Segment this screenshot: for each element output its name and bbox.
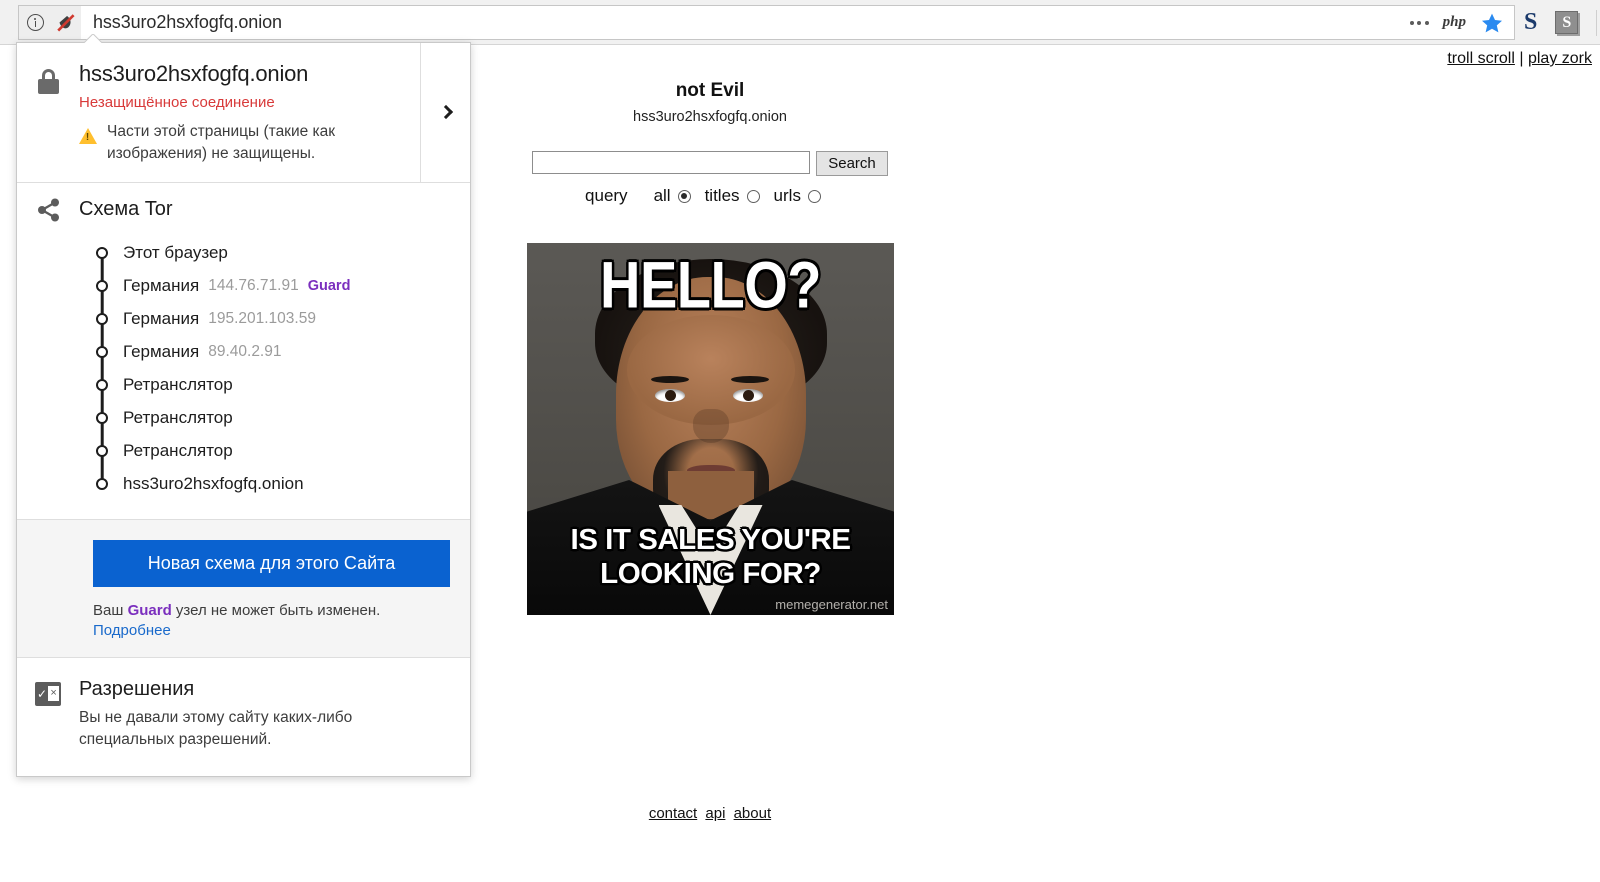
footer-link-about[interactable]: about [734,805,772,822]
search-input[interactable] [532,151,811,174]
identity-texts: hss3uro2hsxfogfq.onion Незащищённое соед… [79,61,470,166]
new-circuit-button[interactable]: Новая схема для этого Сайта [93,539,450,587]
permissions-title: Разрешения [79,677,195,700]
connection-status-label: Незащищённое соединение [79,94,275,111]
panel-pointer-arrow [84,34,102,43]
scope-option-titles-label: titles [704,186,740,205]
tor-circuit-title: Схема Tor [79,198,173,221]
guard-note-bold: Guard [127,601,172,619]
s-letter-icon[interactable]: S [1524,9,1537,36]
circuit-node-label: Ретранслятор [123,441,233,461]
permissions-icon: ✓ × [17,678,79,706]
circuit-node-dot [96,379,108,392]
circuit-node-dot [96,346,108,359]
meme-top-text: HELLO? [600,247,821,322]
site-identity-button[interactable] [19,6,51,39]
circuit-node: Ретранслятор [17,402,470,452]
tor-circuit-icon [17,197,79,223]
circuit-node-dot [96,445,108,458]
meme-brow-right [731,376,769,383]
circuit-node: Германия 89.40.2.91 [17,336,470,386]
circuit-node-dot [96,412,108,425]
new-circuit-section: Новая схема для этого Сайта Ваш Guard уз… [17,519,470,658]
circuit-node-label: Германия [123,276,200,296]
bookmark-star-icon[interactable] [1480,11,1504,35]
circuit-node-label: Германия [123,309,200,329]
troll-scroll-link[interactable]: troll scroll [1447,50,1515,67]
guard-note-prefix: Ваш [93,601,128,619]
mixed-content-row: Части этой страницы (такие как изображен… [79,121,460,166]
extension-toolbar: S S [1524,5,1600,40]
scope-radio-titles[interactable] [746,189,760,203]
s-box-icon[interactable]: S [1555,11,1579,34]
php-badge-icon[interactable]: php [1443,14,1466,31]
guard-note-suffix: узел не может быть изменен. [171,601,381,619]
guard-note: Ваш Guard узел не может быть изменен. [93,602,470,619]
circuit-node: Этот браузер [17,237,470,287]
browser-toolbar: hss3uro2hsxfogfq.onion php S S [0,0,1600,45]
top-nav-links: troll scroll | play zork [1447,50,1592,68]
shield-slash-icon[interactable] [51,6,81,39]
meme-eye-right [733,389,763,402]
footer-link-api[interactable]: api [705,805,725,822]
circuit-node-ip: 195.201.103.59 [208,310,316,328]
meme-nose [692,409,729,443]
search-button[interactable]: Search [816,151,888,176]
permissions-description: Вы не давали этому сайту каких-либо спец… [79,708,353,749]
toolbar-divider [1596,9,1598,36]
meme-bottom-text: IS IT SALES YOU'RE LOOKING FOR? [570,523,851,590]
circuit-node: Ретранслятор [17,435,470,485]
circuit-node: Германия 144.76.71.91 Guard [17,270,470,320]
meme-watermark: memegenerator.net [775,597,888,612]
circuit-node-dot [96,247,108,260]
tor-circuit-node-list: Этот браузер Германия 144.76.71.91 Guard… [17,237,470,501]
circuit-node: Ретранслятор [17,369,470,419]
circuit-node-dot [96,313,108,326]
chevron-right-icon [438,105,453,120]
site-identity-panel: hss3uro2hsxfogfq.onion Незащищённое соед… [16,42,471,777]
scope-radio-all[interactable] [677,189,691,203]
tor-circuit-header: Схема Tor [17,197,470,223]
addressbar-actions: php [1409,6,1514,39]
circuit-node-dot [96,280,108,293]
url-text: hss3uro2hsxfogfq.onion [93,12,282,32]
circuit-node-label: hss3uro2hsxfogfq.onion [123,474,304,494]
meme-image: HELLO? IS IT SALES YOU'RE LOOKING FOR? m… [527,243,894,615]
identity-expand-button[interactable] [420,43,470,182]
footer-links: contact api about [0,805,1420,822]
more-dots-icon[interactable] [1409,20,1429,25]
circuit-node: hss3uro2hsxfogfq.onion [17,468,470,501]
scope-option-all-label: all [653,186,671,205]
address-bar[interactable]: hss3uro2hsxfogfq.onion php [18,5,1515,40]
permissions-section: ✓ × Разрешения Вы не давали этому сайту к… [17,658,470,776]
scope-radio-urls[interactable] [807,189,821,203]
tor-circuit-section: Схема Tor Этот браузер Германия 144.76.7… [17,183,470,520]
circuit-node-label: Германия [123,342,200,362]
scope-query-label: query [585,186,628,205]
circuit-node-ip: 89.40.2.91 [208,343,282,361]
circuit-node-label: Ретранслятор [123,408,233,428]
circuit-node: Германия 195.201.103.59 [17,303,470,353]
circuit-node-guard-tag: Guard [307,278,351,295]
scope-option-urls-label: urls [773,186,801,205]
mixed-content-warning-text: Части этой страницы (такие как изображен… [107,123,336,163]
info-circle-icon [26,14,44,31]
meme-eye-left [655,389,685,402]
circuit-node-ip: 144.76.71.91 [208,277,299,295]
lock-icon [17,61,79,94]
identity-section: hss3uro2hsxfogfq.onion Незащищённое соед… [17,43,470,183]
warning-triangle-icon [79,128,97,144]
links-separator: | [1519,50,1524,67]
panel-site-host: hss3uro2hsxfogfq.onion [79,61,309,86]
circuit-node-label: Этот браузер [123,243,228,263]
circuit-node-dot [96,478,108,491]
meme-brow-left [651,376,689,383]
footer-link-contact[interactable]: contact [649,805,697,822]
guard-learn-more-link[interactable]: Подробнее [93,622,470,639]
play-zork-link[interactable]: play zork [1528,50,1592,67]
circuit-node-label: Ретранслятор [123,375,233,395]
permissions-texts: Разрешения Вы не давали этому сайту каки… [79,678,379,752]
